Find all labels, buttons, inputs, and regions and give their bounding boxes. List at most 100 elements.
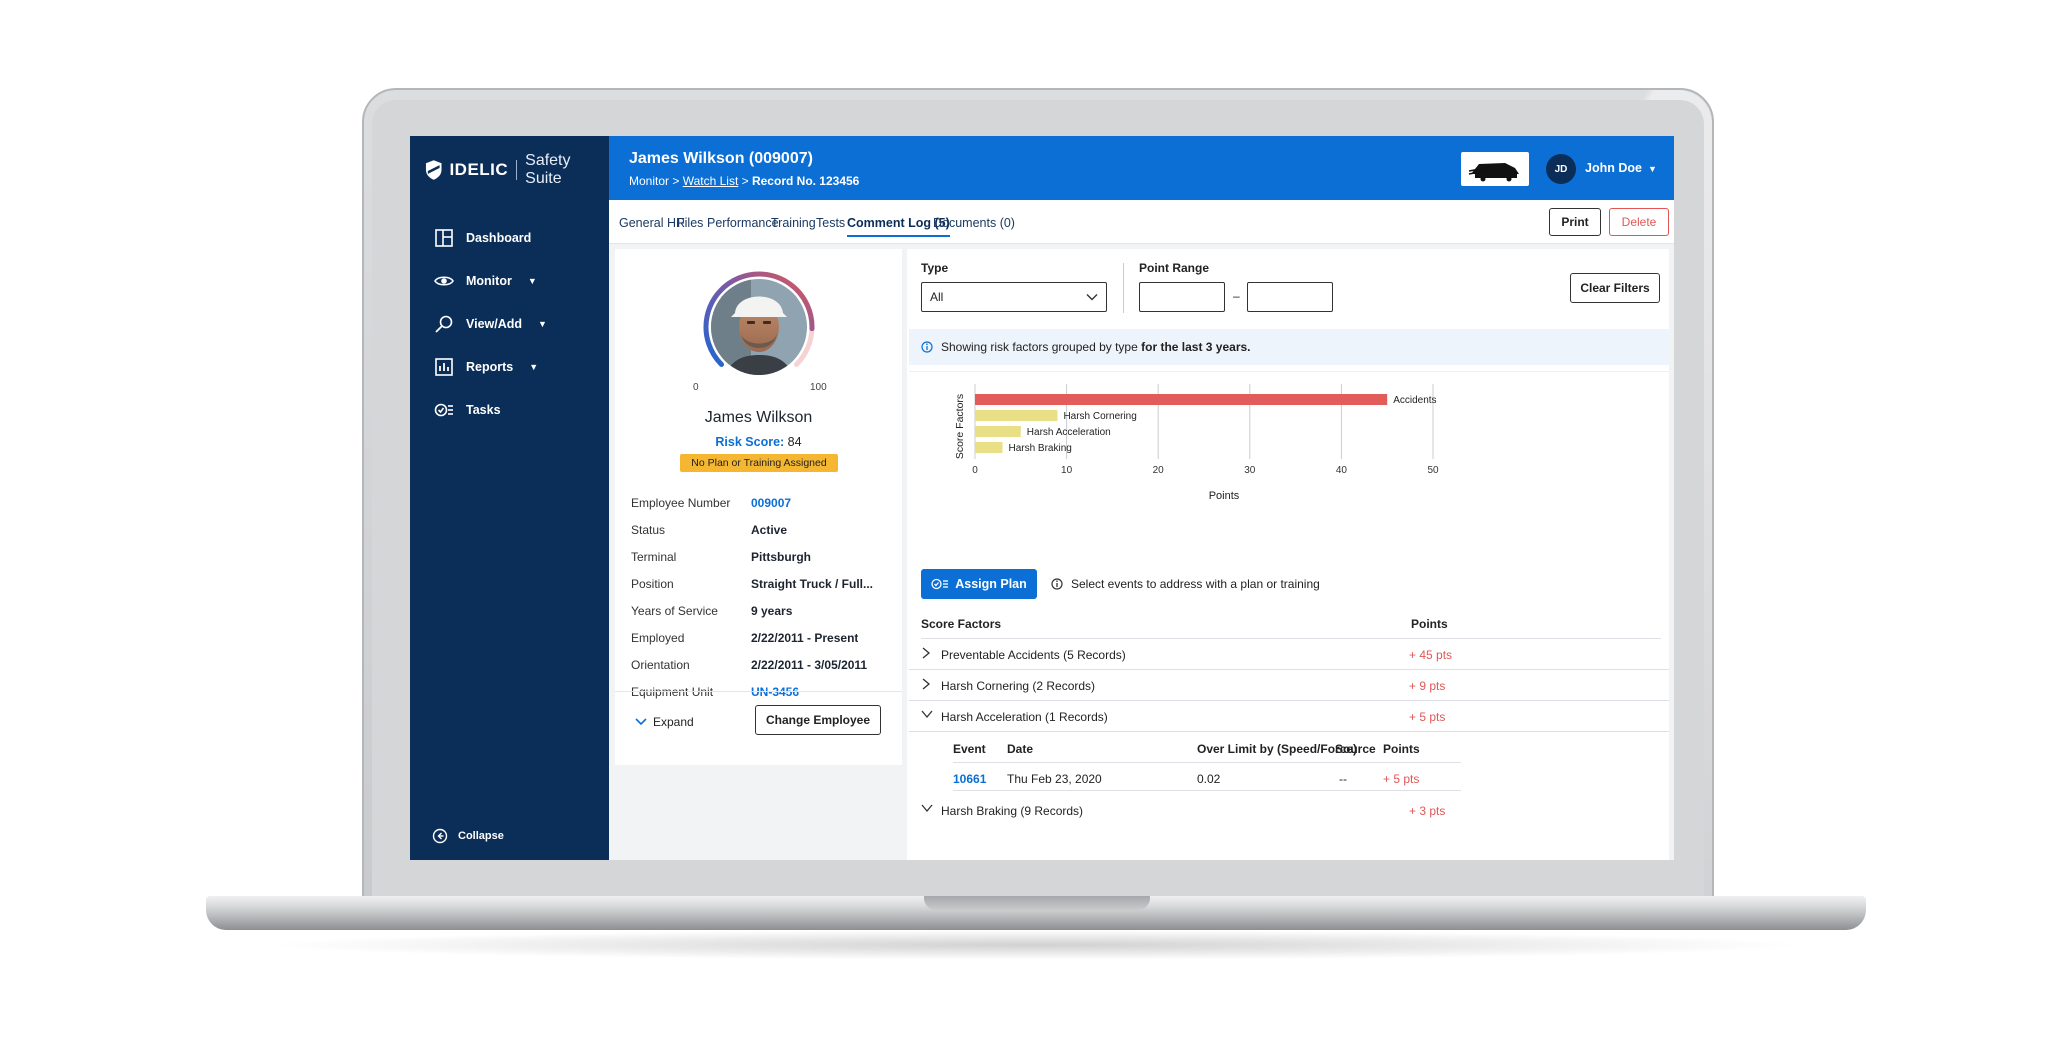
breadcrumb-separator: > [672, 174, 683, 188]
point-range-max-input[interactable] [1247, 282, 1333, 312]
print-button[interactable]: Print [1549, 208, 1601, 236]
column-header-points: Points [1411, 617, 1448, 631]
sidebar-item-label: Tasks [466, 402, 501, 417]
tab-performance[interactable]: Performance [707, 216, 779, 230]
detail-row: Position Straight Truck / Full... [631, 570, 891, 597]
row-label: Harsh Braking (9 Records) [941, 804, 1084, 818]
user-avatar[interactable]: JD [1546, 154, 1576, 184]
page-title: James Wilkson (009007) [629, 150, 813, 167]
chevron-down-icon [921, 710, 933, 719]
company-logo [1461, 152, 1529, 186]
tab-general-hr[interactable]: General HR [619, 216, 685, 230]
user-menu[interactable]: John Doe ▼ [1585, 161, 1657, 175]
sidebar-item-label: Reports [466, 359, 514, 374]
chart-tick-label: 50 [1427, 465, 1439, 476]
brand-suite: Safety Suite [525, 152, 571, 187]
expand-label: Expand [653, 715, 694, 729]
gauge-max-label: 100 [810, 382, 827, 393]
detail-label: Orientation [631, 657, 690, 672]
row-points: + 3 pts [1409, 804, 1446, 818]
detail-row: Employee Number 009007 [631, 489, 891, 516]
breadcrumb-watch-list[interactable]: Watch List [683, 174, 739, 188]
detail-value: 2/22/2011 - 3/05/2011 [751, 657, 868, 672]
detail-value: 2/22/2011 - Present [751, 630, 859, 645]
brand-logo[interactable]: IDELIC Safety Suite [424, 152, 609, 187]
filter-divider [1123, 263, 1124, 313]
detail-value: Pittsburgh [751, 549, 811, 564]
detail-row: Terminal Pittsburgh [631, 543, 891, 570]
employee-name: James Wilkson [704, 409, 813, 426]
sidebar-item-dashboard[interactable]: Dashboard [410, 216, 609, 259]
clear-filters-button[interactable]: Clear Filters [1570, 273, 1660, 303]
tab-documents[interactable]: Documents (0) [933, 216, 1015, 230]
laptop-notch [924, 896, 1150, 910]
collapse-label: Collapse [458, 830, 504, 842]
chart-y-axis-label: Score Factors [954, 394, 966, 459]
record-tabs: General HR Files Performance Training Te… [609, 200, 1674, 244]
arrow-left-circle-icon [432, 828, 448, 844]
detail-row: Status Active [631, 516, 891, 543]
sidebar-item-reports[interactable]: Reports ▼ [410, 345, 609, 388]
detail-label: Employed [631, 630, 685, 645]
detail-row: Orientation 2/22/2011 - 3/05/2011 [631, 651, 891, 678]
sidebar-item-tasks[interactable]: Tasks [410, 388, 609, 431]
event-date: Thu Feb 23, 2020 [1007, 772, 1102, 786]
brand-name: IDELIC [449, 160, 509, 179]
breadcrumb-monitor[interactable]: Monitor [629, 174, 669, 188]
row-label: Harsh Acceleration (1 Records) [941, 710, 1108, 724]
event-link[interactable]: 10661 [953, 772, 986, 786]
change-employee-button[interactable]: Change Employee [755, 705, 881, 735]
event-over-limit: 0.02 [1197, 772, 1221, 786]
type-select[interactable]: All [921, 282, 1107, 312]
employee-details: Employee Number 009007 Status Active Termi… [631, 489, 891, 705]
point-range-min-input[interactable] [1139, 282, 1225, 312]
row-points: + 5 pts [1409, 710, 1446, 724]
chart-tick-label: 0 [972, 465, 978, 476]
event-row: 10661 Thu Feb 23, 2020 0.02 -- + 5 pts [953, 763, 1461, 791]
column-header-event: Event [953, 742, 986, 756]
table-row[interactable]: Harsh Cornering (2 Records) + 9 pts [909, 670, 1669, 701]
detail-value: Active [751, 522, 788, 537]
chart-tick-label: 20 [1153, 465, 1165, 476]
search-icon [435, 315, 453, 333]
chart-x-axis-label: Points [1209, 490, 1240, 502]
point-range-label: Point Range [1139, 261, 1210, 275]
chart-bar [975, 394, 1388, 405]
delete-button[interactable]: Delete [1609, 208, 1669, 236]
row-points: + 9 pts [1409, 679, 1446, 693]
table-row[interactable]: Harsh Braking (9 Records) + 3 pts [909, 795, 1669, 826]
detail-row: Employed 2/22/2011 - Present [631, 624, 891, 651]
column-header-over-limit: Over Limit by (Speed/Force) [1197, 742, 1358, 756]
tab-tests[interactable]: Tests [816, 216, 845, 230]
sidebar-item-view-add[interactable]: View/Add ▼ [410, 302, 609, 345]
chart-bar [975, 426, 1021, 437]
info-banner: Showing risk factors grouped by type for… [909, 329, 1669, 365]
column-header-date: Date [1007, 742, 1034, 756]
caret-down-icon: ▼ [529, 361, 539, 372]
risk-gauge [703, 271, 815, 375]
chevron-down-icon [635, 718, 647, 726]
range-separator: – [1233, 289, 1240, 303]
chevron-right-icon [922, 647, 931, 659]
eye-icon [434, 275, 454, 286]
info-icon [921, 341, 933, 353]
expand-button[interactable]: Expand [635, 715, 694, 729]
risk-score-label: Risk Score: [715, 435, 785, 449]
tasks-icon [931, 578, 949, 590]
collapse-button[interactable]: Collapse [432, 828, 504, 844]
event-points: + 5 pts [1383, 772, 1420, 786]
tab-training[interactable]: Training [771, 216, 816, 230]
assign-plan-button[interactable]: Assign Plan [921, 569, 1037, 599]
bar-chart: 0 10 20 30 40 50 Accidents Harsh Cornering Harsh… [954, 384, 1439, 502]
employee-number-link[interactable]: 009007 [751, 496, 791, 510]
shield-icon [425, 160, 442, 180]
detail-value: Straight Truck / Full... [751, 576, 874, 591]
table-row[interactable]: Harsh Acceleration (1 Records) + 5 pts [909, 701, 1669, 732]
tab-files[interactable]: Files [677, 216, 703, 230]
truck-logo-icon [1468, 163, 1519, 182]
status-badge: No Plan or Training Assigned [680, 454, 838, 472]
sidebar-item-monitor[interactable]: Monitor ▼ [410, 259, 609, 302]
info-text-bold: for the last 3 years. [1141, 340, 1251, 354]
assign-plan-label: Assign Plan [955, 577, 1027, 591]
table-row[interactable]: Preventable Accidents (5 Records) + 45 p… [909, 639, 1669, 670]
